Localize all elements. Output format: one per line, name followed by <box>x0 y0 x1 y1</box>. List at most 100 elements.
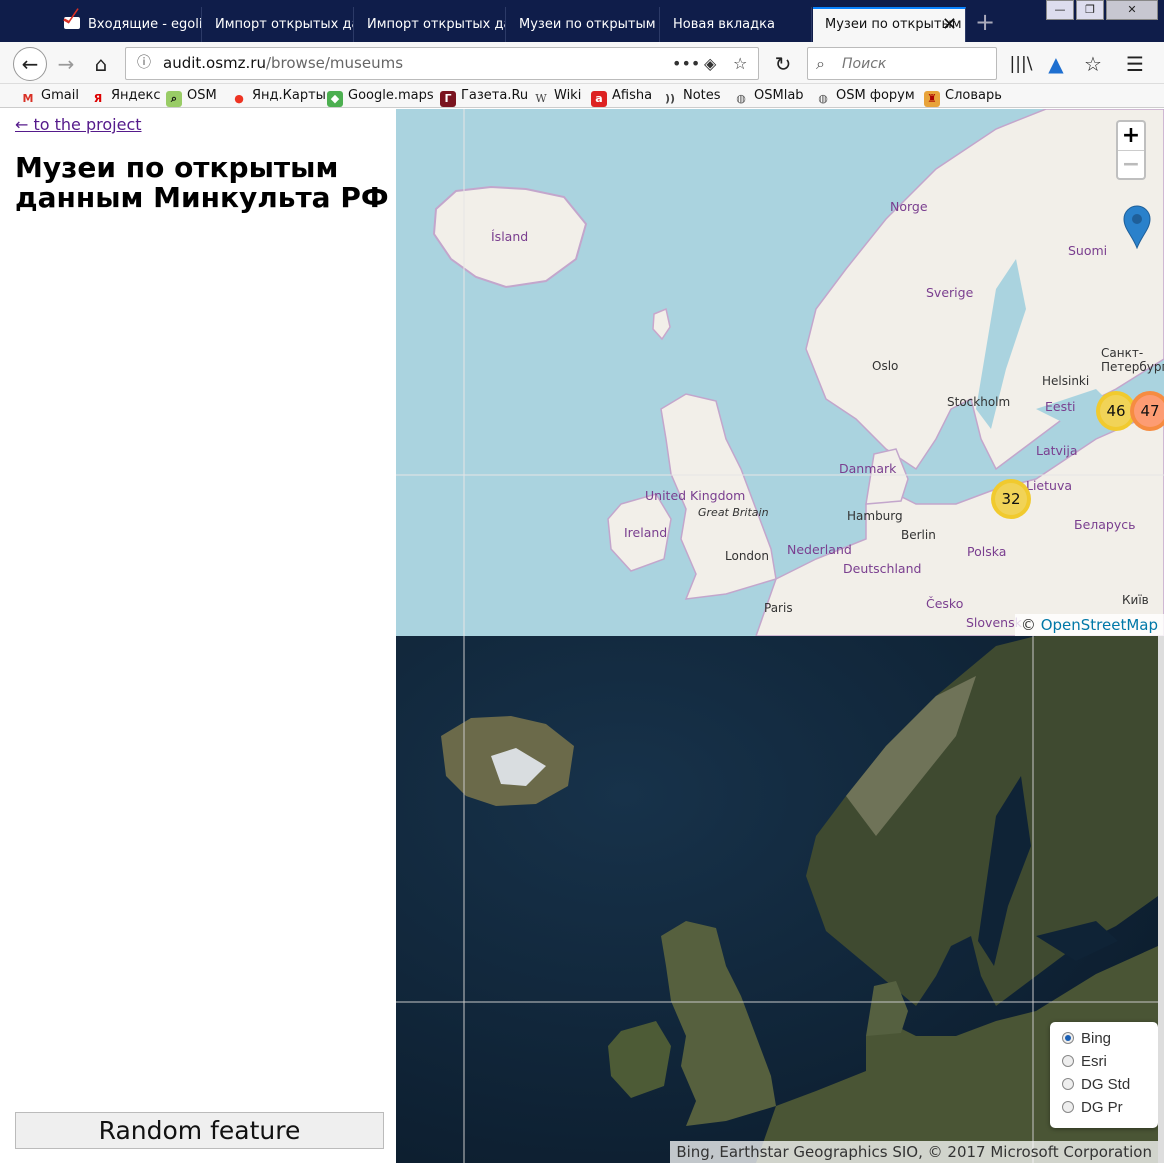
home-icon[interactable]: ⌂ <box>85 49 117 79</box>
library-icon[interactable]: |||\ <box>1005 49 1037 79</box>
tab-museums-active[interactable]: Музеи по открытым ✕ <box>813 7 966 42</box>
openstreetmap-link[interactable]: OpenStreetMap <box>1041 616 1158 634</box>
tab-import-1[interactable]: Импорт открытых дан <box>203 7 354 42</box>
tab-import-2[interactable]: Импорт открытых дан <box>355 7 506 42</box>
osm-icon: ⌕ <box>166 91 182 107</box>
map-label-deutschland: Deutschland <box>843 561 922 576</box>
radio-selected-icon[interactable] <box>1062 1032 1074 1044</box>
crest-icon: ♜ <box>924 91 940 107</box>
map-label-paris: Paris <box>764 601 793 615</box>
radio-icon[interactable] <box>1062 1055 1074 1067</box>
layer-option-dg-pr[interactable]: DG Pr <box>1062 1099 1158 1122</box>
random-feature-button[interactable]: Random feature <box>15 1112 384 1149</box>
map-label-berlin: Berlin <box>901 528 936 542</box>
bookmark-wiki[interactable]: W Wiki <box>533 87 581 107</box>
zoom-in-button[interactable]: + <box>1118 122 1144 150</box>
map-label-suomi: Suomi <box>1068 243 1108 258</box>
map-label-great-britain: Great Britain <box>698 506 769 519</box>
sidebar: ← to the project Музеи по открытым данны… <box>0 109 396 1170</box>
tab-new[interactable]: Новая вкладка <box>661 7 812 42</box>
map-label-united-kingdom: United Kingdom <box>645 488 746 503</box>
map-label-sverige: Sverige <box>926 285 974 300</box>
map-label-stockholm: Stockholm <box>947 395 1011 409</box>
map-label-lietuva: Lietuva <box>1026 478 1073 493</box>
tab-gmail[interactable]: Входящие - egolit <box>52 7 202 42</box>
layer-option-dg-std[interactable]: DG Std <box>1062 1076 1158 1099</box>
map-label-ireland: Ireland <box>624 525 668 540</box>
back-arrow-icon[interactable]: ← <box>13 47 47 81</box>
satellite-map-tiles <box>396 636 1158 1163</box>
satellite-map[interactable]: Bing Esri DG Std DG Pr Bing, Earthstar G… <box>396 636 1164 1163</box>
map-label-london: London <box>725 549 769 563</box>
reload-icon[interactable]: ↻ <box>767 49 799 79</box>
forward-arrow-icon[interactable]: → <box>50 49 82 79</box>
map-label-latvija: Latvija <box>1036 443 1078 458</box>
yandex-icon: Я <box>93 92 103 105</box>
map-label-cesko: Česko <box>926 596 964 611</box>
map-label-hamburg: Hamburg <box>847 509 903 523</box>
marker-cluster[interactable]: 32 <box>991 479 1031 519</box>
window-close-icon[interactable]: ✕ <box>1106 0 1158 20</box>
layer-option-esri[interactable]: Esri <box>1062 1053 1158 1076</box>
close-icon[interactable]: ✕ <box>942 9 957 40</box>
map-label-slovensko: Slovensk <box>966 615 1022 630</box>
map-label-spb: Санкт- Петербург <box>1101 346 1164 374</box>
rss-icon: )) <box>664 92 676 105</box>
search-box[interactable]: ⌕ <box>807 47 997 80</box>
info-icon[interactable]: ⓘ <box>137 48 151 79</box>
page-title: Музеи по открытым данным Минкульта РФ <box>15 151 389 214</box>
map-marker-icon[interactable] <box>1123 205 1151 249</box>
bookmarks-bar: M Gmail Я Яндекс ⌕ OSM ● Янд.Карты ◆ Google.m… <box>0 84 1164 108</box>
bookmark-google-maps[interactable]: ◆ Google.maps <box>327 87 434 107</box>
radio-icon[interactable] <box>1062 1078 1074 1090</box>
layer-switcher: Bing Esri DG Std DG Pr <box>1050 1022 1158 1128</box>
marker-cluster[interactable]: 47 <box>1130 391 1164 431</box>
url-text: audit.osmz.ru/browse/museums <box>163 54 404 72</box>
bookmark-osmlab[interactable]: ◍ OSMlab <box>733 87 803 107</box>
map-label-belarus: Беларусь <box>1074 517 1136 532</box>
hamburger-menu-icon[interactable]: ☰ <box>1119 49 1151 79</box>
bookmark-afisha[interactable]: a Afisha <box>591 87 652 107</box>
navigation-toolbar: ← → ⌂ ⓘ audit.osmz.ru/browse/museums •••… <box>0 42 1164 84</box>
bookmark-yandex[interactable]: Я Яндекс <box>90 87 161 107</box>
map-label-island: Ísland <box>491 229 529 244</box>
bookmark-gazeta[interactable]: Г Газета.Ru <box>440 87 528 107</box>
map-label-oslo: Oslo <box>872 359 899 373</box>
google-maps-icon: ◆ <box>327 91 343 107</box>
map-label-norge: Norge <box>890 199 928 214</box>
page-actions-icon[interactable]: ••• <box>672 48 700 79</box>
tab-museums-1[interactable]: Музеи по открытым д <box>507 7 660 42</box>
radio-icon[interactable] <box>1062 1101 1074 1113</box>
layer-option-bing[interactable]: Bing <box>1062 1030 1158 1053</box>
bookmark-osm[interactable]: ⌕ OSM <box>166 87 217 107</box>
bookmark-notes[interactable]: )) Notes <box>662 87 721 107</box>
bookmarks-menu-icon[interactable]: ☆ <box>1077 49 1109 79</box>
address-bar[interactable]: ⓘ audit.osmz.ru/browse/museums ••• ◈ ☆ <box>125 47 759 80</box>
osm-attribution: © OpenStreetMap <box>1014 614 1164 636</box>
pocket-icon[interactable]: ◈ <box>704 48 716 79</box>
zoom-out-button[interactable]: − <box>1118 150 1144 178</box>
maximize-icon[interactable]: ❐ <box>1076 0 1104 20</box>
globe-icon: ◍ <box>736 92 746 105</box>
bookmark-dictionary[interactable]: ♜ Словарь <box>924 87 1002 107</box>
bookmark-yandex-maps[interactable]: ● Янд.Карты <box>231 87 326 107</box>
gmail-icon <box>64 17 80 29</box>
minimize-icon[interactable]: — <box>1046 0 1074 20</box>
bookmark-star-icon[interactable]: ☆ <box>733 48 747 79</box>
map-label-danmark: Danmark <box>839 461 897 476</box>
search-icon: ⌕ <box>816 54 825 73</box>
map-label-polska: Polska <box>967 544 1007 559</box>
new-tab-button[interactable]: + <box>972 6 998 38</box>
bookmark-osm-forum[interactable]: ◍ OSM форум <box>815 87 914 107</box>
tab-bar: Входящие - egolit Импорт открытых дан Им… <box>0 0 1164 42</box>
osm-map[interactable]: Ísland Norge Suomi Sverige Oslo Санкт- П… <box>396 109 1164 636</box>
back-to-project-link[interactable]: ← to the project <box>15 115 142 134</box>
sync-icon[interactable]: ▲ <box>1040 49 1072 79</box>
map-label-kyiv: Київ <box>1122 593 1149 607</box>
bing-attribution: Bing, Earthstar Geographics SIO, © 2017 … <box>670 1141 1158 1163</box>
search-input[interactable] <box>842 54 992 74</box>
wikipedia-icon: W <box>535 92 547 105</box>
bookmark-gmail[interactable]: M Gmail <box>20 87 79 107</box>
osm-map-tiles <box>396 109 1164 636</box>
map-label-nederland: Nederland <box>787 542 852 557</box>
